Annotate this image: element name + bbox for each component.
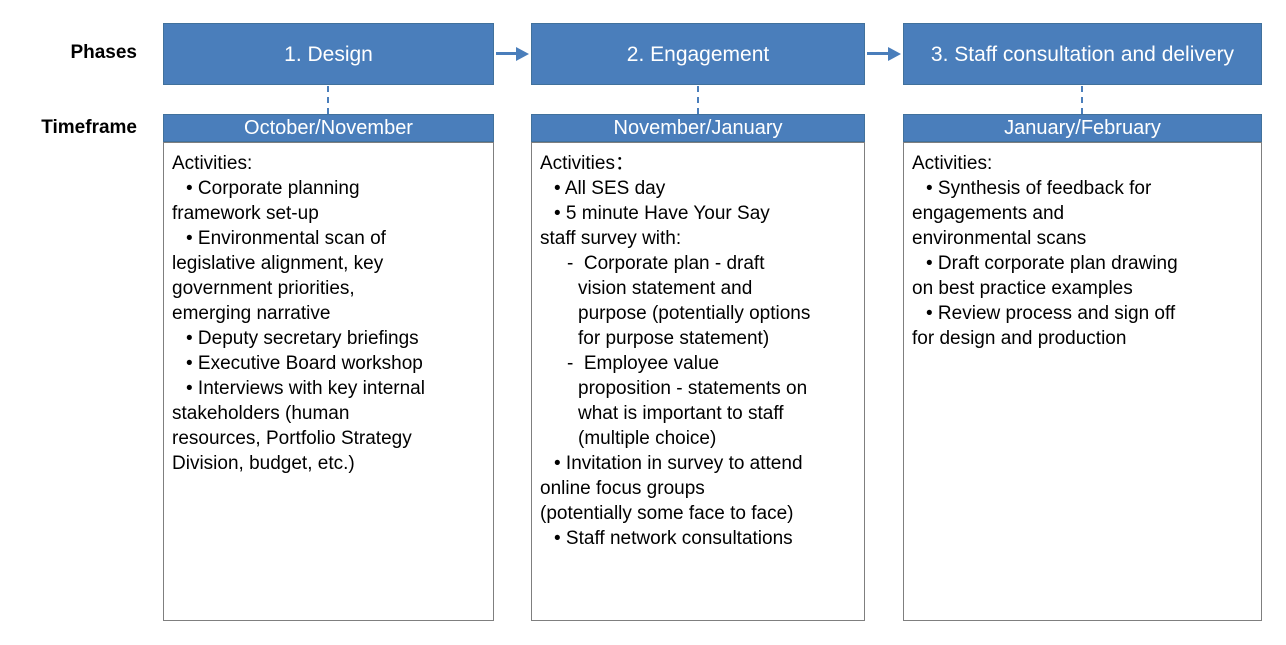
activities-box-1: Activities: • Corporate planning framewor… xyxy=(163,142,494,621)
activity-line: • Synthesis of feedback for xyxy=(926,178,1152,199)
timeframe-band-1-label: October/November xyxy=(244,116,413,139)
activities-lines: • All SES day • 5 minute Have Your Say sta… xyxy=(540,176,856,551)
activity-line: Division, budget, etc.) xyxy=(172,453,355,474)
phase-box-1[interactable]: 1. Design xyxy=(163,23,494,85)
activity-line: (multiple choice) xyxy=(578,428,717,449)
timeframe-band-1: October/November xyxy=(163,114,494,142)
arrow-head-icon xyxy=(516,47,529,61)
activities-lines: • Corporate planning framework set-up • En… xyxy=(172,176,485,476)
activity-line: - Corporate plan - draft xyxy=(567,253,765,274)
activity-line: • Environmental scan of xyxy=(186,228,386,249)
arrow-shaft xyxy=(867,52,888,55)
phase-box-1-label: 1. Design xyxy=(284,42,373,66)
activities-heading: Activities: xyxy=(912,153,993,174)
phase-arrow-2-to-3 xyxy=(867,47,901,61)
activities-box-3: Activities: • Synthesis of feedback for e… xyxy=(903,142,1262,621)
arrow-shaft xyxy=(496,52,516,55)
activity-line: staff survey with: xyxy=(540,228,682,249)
activity-line: • All SES day xyxy=(554,178,666,199)
activity-line: for design and production xyxy=(912,328,1127,349)
phases-timeframe-diagram: Phases Timeframe 1. Design October/Novem… xyxy=(0,0,1286,645)
phase-arrow-1-to-2 xyxy=(496,47,529,61)
timeframe-band-2-label: November/January xyxy=(613,116,783,139)
activities-lines: • Synthesis of feedback for engagements a… xyxy=(912,176,1253,351)
activity-line: (potentially some face to face) xyxy=(540,503,794,524)
activity-line: • Draft corporate plan drawing xyxy=(926,253,1178,274)
activity-line: government priorities, xyxy=(172,278,355,299)
dashed-connector-1 xyxy=(327,86,329,114)
phase-box-2[interactable]: 2. Engagement xyxy=(531,23,865,85)
activities-heading: Activities: xyxy=(172,153,253,174)
activity-line: vision statement and xyxy=(578,278,753,299)
timeframe-band-3: January/February xyxy=(903,114,1262,142)
activities-list-3: Activities: • Synthesis of feedback for e… xyxy=(912,151,1253,351)
row-label-phases: Phases xyxy=(70,42,137,63)
activity-line: • Deputy secretary briefings xyxy=(186,328,419,349)
phase-column-2: 2. Engagement November/January Activitie… xyxy=(531,0,865,645)
activity-line: legislative alignment, key xyxy=(172,253,384,274)
activity-line: engagements and xyxy=(912,203,1065,224)
activity-line: • Executive Board workshop xyxy=(186,353,423,374)
arrow-head-icon xyxy=(888,47,901,61)
activity-line: • Corporate planning xyxy=(186,178,360,199)
activity-line: • Invitation in survey to attend xyxy=(554,453,803,474)
phase-box-2-label: 2. Engagement xyxy=(626,42,770,66)
activity-line: online focus groups xyxy=(540,478,705,499)
phase-box-3-label: 3. Staff consultation and delivery xyxy=(930,42,1235,66)
activity-line: framework set-up xyxy=(172,203,319,224)
activity-line: • 5 minute Have Your Say xyxy=(554,203,770,224)
activities-list-1: Activities: • Corporate planning framewor… xyxy=(172,151,485,476)
activity-line: • Review process and sign off xyxy=(926,303,1176,324)
row-label-timeframe: Timeframe xyxy=(41,117,137,138)
activities-list-2: Activities： • All SES day • 5 minute Have… xyxy=(540,151,856,551)
activity-line: for purpose statement) xyxy=(578,328,770,349)
timeframe-band-2: November/January xyxy=(531,114,865,142)
phase-box-3[interactable]: 3. Staff consultation and delivery xyxy=(903,23,1262,85)
timeframe-band-3-label: January/February xyxy=(1004,116,1161,139)
activity-line: • Staff network consultations xyxy=(554,528,793,549)
activity-line: - Employee value xyxy=(567,353,720,374)
phase-column-1: 1. Design October/November Activities: •… xyxy=(163,0,494,645)
activity-line: resources, Portfolio Strategy xyxy=(172,428,412,449)
dashed-connector-3 xyxy=(1081,86,1083,114)
activity-line: purpose (potentially options xyxy=(578,303,811,324)
activity-line: • Interviews with key internal xyxy=(186,378,425,399)
activity-line: stakeholders (human xyxy=(172,403,350,424)
activity-line: on best practice examples xyxy=(912,278,1133,299)
phase-column-3: 3. Staff consultation and delivery Janua… xyxy=(903,0,1262,645)
activity-line: what is important to staff xyxy=(578,403,784,424)
activity-line: proposition - statements on xyxy=(578,378,808,399)
activity-line: environmental scans xyxy=(912,228,1087,249)
dashed-connector-2 xyxy=(697,86,699,114)
activity-line: emerging narrative xyxy=(172,303,331,324)
activities-box-2: Activities： • All SES day • 5 minute Have… xyxy=(531,142,865,621)
activities-heading: Activities： xyxy=(540,153,634,174)
